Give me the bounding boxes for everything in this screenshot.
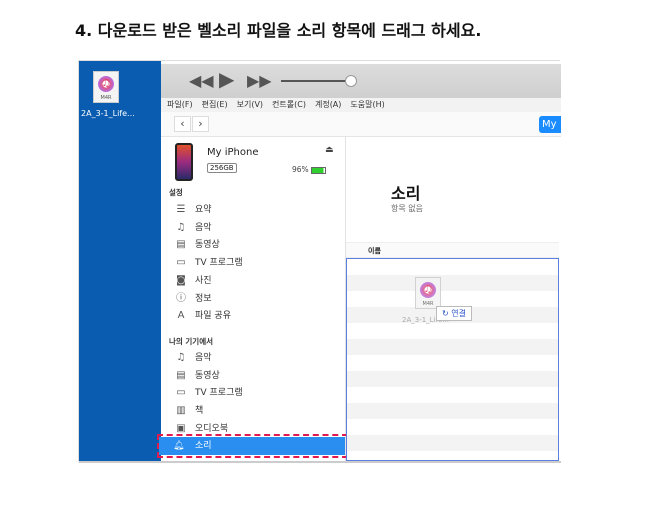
menu-item[interactable]: 도움말(H) bbox=[350, 98, 384, 112]
list-icon: ☰ bbox=[176, 204, 186, 215]
sidebar-item[interactable]: A 파일 공유 bbox=[173, 308, 343, 324]
battery-status: 96% bbox=[292, 165, 327, 174]
film-icon: ▤ bbox=[176, 369, 186, 381]
volume-knob[interactable] bbox=[345, 75, 357, 87]
play-icon[interactable]: ▶ bbox=[219, 67, 234, 91]
menu-bar: 파일(F) 편집(E) 보기(V) 컨트롤(C) 계정(A) 도움말(H) bbox=[161, 98, 561, 112]
bottom-bar bbox=[79, 461, 561, 463]
back-button[interactable]: ‹ bbox=[174, 116, 191, 132]
iphone-icon bbox=[175, 143, 193, 181]
drop-tooltip: ↻ 연결 bbox=[436, 306, 472, 321]
forward-button[interactable]: › bbox=[192, 116, 209, 132]
sidebar-item[interactable]: ♫ 음악 bbox=[173, 220, 343, 236]
screenshot: ♫ M4R 2A_3-1_Life... ◀◀ ▶ ▶▶ 파일(F) 편집(E) 보기… bbox=[78, 60, 561, 463]
toolbar: ◀◀ ▶ ▶▶ bbox=[161, 64, 561, 98]
sidebar-item[interactable]: ▤ 동영상 bbox=[173, 368, 343, 384]
itunes-window: ◀◀ ▶ ▶▶ 파일(F) 편집(E) 보기(V) 컨트롤(C) 계정(A) 도움말(H)… bbox=[157, 61, 561, 461]
sidebar-item[interactable]: ▭ TV 프로그램 bbox=[173, 255, 343, 271]
device-button[interactable]: My bbox=[539, 116, 561, 133]
camera-icon: ◙ bbox=[176, 274, 186, 286]
column-header-name[interactable]: 이름 bbox=[346, 242, 559, 258]
desktop-file-name: 2A_3-1_Life... bbox=[81, 109, 135, 118]
rewind-icon[interactable]: ◀◀ bbox=[189, 71, 214, 90]
content-pane: 소리 항목 없음 이름 ♫ M4R 2A_3-1_Life... ↻ 연결 bbox=[346, 137, 559, 461]
sidebar-item[interactable]: ♫ 음악 bbox=[173, 350, 343, 366]
device-name: My iPhone bbox=[207, 147, 259, 158]
desktop-file-icon[interactable]: ♫ M4R bbox=[93, 71, 119, 103]
content-title: 소리 bbox=[391, 184, 421, 203]
capacity-badge: 256GB bbox=[207, 163, 237, 173]
sidebar-item[interactable]: ▭ TV 프로그램 bbox=[173, 385, 343, 401]
menu-item[interactable]: 파일(F) bbox=[167, 98, 193, 112]
film-icon: ▤ bbox=[176, 239, 186, 251]
dragged-file-icon: ♫ M4R bbox=[415, 277, 441, 309]
volume-slider[interactable] bbox=[281, 80, 351, 82]
sidebar-item[interactable]: ▥ 책 bbox=[173, 403, 343, 419]
sidebar-item[interactable]: ☰ 요약 bbox=[173, 202, 343, 218]
book-icon: ▥ bbox=[176, 405, 186, 417]
sidebar: My iPhone 256GB ⏏ 96% 설정 ☰ 요약 ♫ 음악 ▤ 동영상 ▭ TV 프… bbox=[157, 137, 348, 461]
sidebar-item[interactable]: ▤ 동영상 bbox=[173, 237, 343, 253]
nav-bar: ‹ › My bbox=[161, 112, 561, 137]
tv-icon: ▭ bbox=[176, 257, 186, 269]
settings-section-title: 설정 bbox=[169, 188, 183, 197]
sidebar-item[interactable]: ◙ 사진 bbox=[173, 273, 343, 289]
menu-item[interactable]: 계정(A) bbox=[315, 98, 341, 112]
music-icon: ♫ bbox=[176, 352, 186, 363]
highlight-box bbox=[157, 434, 348, 458]
content-subtitle: 항목 없음 bbox=[391, 204, 423, 213]
sidebar-item[interactable]: ⓘ 정보 bbox=[173, 291, 343, 307]
tv-icon: ▭ bbox=[176, 387, 186, 399]
battery-icon bbox=[311, 166, 327, 174]
fast-forward-icon[interactable]: ▶▶ bbox=[247, 71, 272, 90]
menu-item[interactable]: 컨트롤(C) bbox=[272, 98, 306, 112]
apps-icon: A bbox=[177, 310, 185, 322]
desktop: ♫ M4R 2A_3-1_Life... bbox=[79, 61, 161, 461]
page-heading: 4. 다운로드 받은 벨소리 파일을 소리 항목에 드래그 하세요. bbox=[75, 21, 482, 40]
music-icon: ♫ bbox=[176, 221, 186, 233]
drop-list[interactable]: ♫ M4R 2A_3-1_Life... ↻ 연결 bbox=[346, 258, 559, 461]
on-device-section-title: 나의 기기에서 bbox=[169, 337, 214, 346]
eject-icon[interactable]: ⏏ bbox=[325, 145, 334, 155]
menu-item[interactable]: 보기(V) bbox=[237, 98, 263, 112]
menu-item[interactable]: 편집(E) bbox=[202, 98, 228, 112]
info-icon: ⓘ bbox=[176, 292, 186, 304]
